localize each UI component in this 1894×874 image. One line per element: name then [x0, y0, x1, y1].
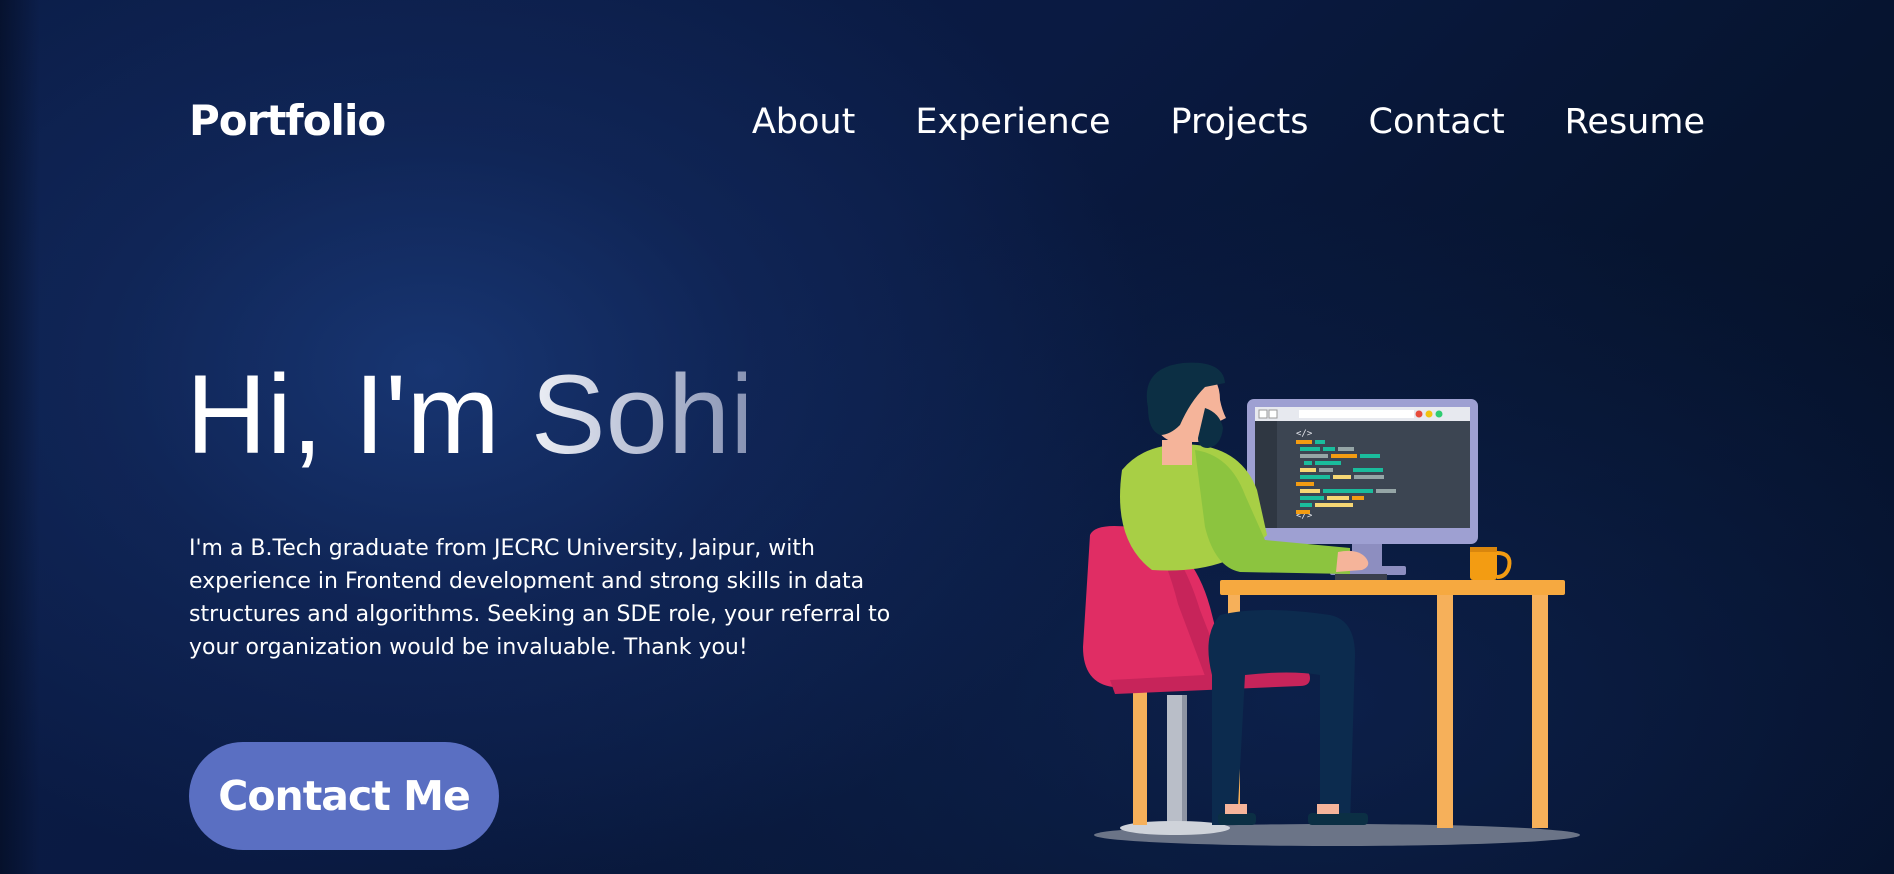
desk-leg-right-front — [1437, 595, 1453, 828]
keyboard — [1335, 574, 1387, 580]
maximize-dot — [1435, 410, 1443, 418]
chair-leg-front — [1133, 690, 1147, 825]
desk-leg-right-back — [1532, 595, 1548, 828]
url-field — [1299, 410, 1414, 418]
screen-code-tag-top: </> — [1296, 429, 1313, 439]
nav-contact-link[interactable]: Contact — [1369, 98, 1505, 146]
chair-stem — [1167, 695, 1183, 823]
desk-top — [1220, 580, 1565, 595]
minimize-dot — [1425, 410, 1433, 418]
person-legs — [1208, 610, 1355, 825]
close-dot — [1415, 410, 1423, 418]
monitor-screen — [1255, 407, 1470, 528]
nav-about-link[interactable]: About — [752, 98, 855, 146]
nav-resume-link[interactable]: Resume — [1565, 98, 1705, 146]
person-shoe-front — [1308, 813, 1368, 825]
person-shoe-back — [1218, 813, 1256, 825]
nav-experience-link[interactable]: Experience — [915, 98, 1110, 146]
person-neck — [1162, 440, 1192, 465]
background-vignette — [0, 0, 40, 874]
contact-me-button[interactable]: Contact Me — [189, 742, 499, 850]
site-logo[interactable]: Portfolio — [189, 96, 386, 146]
developer-at-desk-illustration: </> </> — [1083, 362, 1580, 846]
hero-title: Hi, I'm Sohil — [186, 352, 780, 477]
main-nav: About Experience Projects Contact Resume — [752, 98, 1705, 146]
hero-description: I'm a B.Tech graduate from JECRC Univers… — [189, 536, 891, 660]
nav-projects-link[interactable]: Projects — [1171, 98, 1309, 146]
